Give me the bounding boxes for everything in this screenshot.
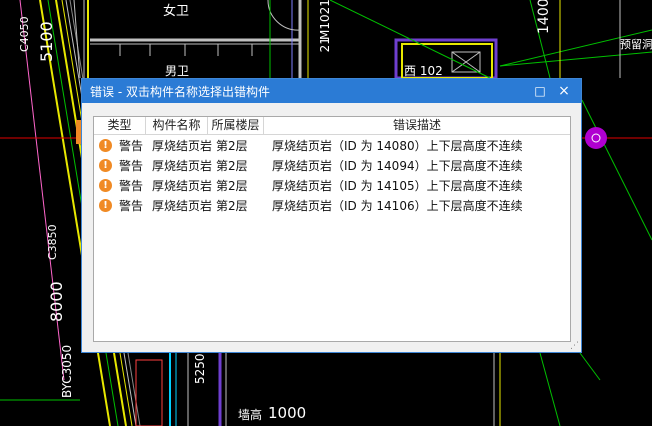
error-list-header: 类型 构件名称 所属楼层 错误描述 — [94, 117, 570, 135]
error-type: 警告 — [119, 138, 144, 153]
error-dialog: 错误 - 双击构件名称选择出错构件 □ × 类型 构件名称 所属楼层 错误描述 … — [81, 78, 582, 353]
cad-dim-5100: 5100 — [37, 21, 56, 62]
cad-wall-height-value: 1000 — [268, 404, 307, 422]
error-description: 厚烧结页岩（ID 为 14094）上下层高度不连续 — [272, 158, 523, 173]
error-floor: 第2层 — [216, 198, 248, 213]
error-floor: 第2层 — [216, 178, 248, 193]
error-floor: 第2层 — [216, 158, 248, 173]
error-type: 警告 — [119, 158, 144, 173]
error-description: 厚烧结页岩（ID 为 14080）上下层高度不连续 — [272, 138, 523, 153]
cad-dim-1400: 1400 — [536, 0, 552, 34]
error-row[interactable]: ! 警告 厚烧结页岩 第2层 厚烧结页岩（ID 为 14105）上下层高度不连续 — [94, 175, 570, 195]
cad-wall-height-label: 墙高 — [238, 408, 263, 422]
column-description[interactable]: 错误描述 — [264, 117, 570, 134]
cad-door-m1021-top: M1021 — [318, 0, 332, 40]
resize-grip-icon[interactable]: ⋰ — [570, 341, 579, 351]
error-component-name[interactable]: 厚烧结页岩 — [150, 177, 212, 194]
error-type: 警告 — [119, 178, 144, 193]
error-description: 厚烧结页岩（ID 为 14106）上下层高度不连续 — [272, 198, 523, 213]
error-type: 警告 — [119, 198, 144, 213]
cad-window-byc3050: BYC3050 — [60, 344, 74, 398]
error-list[interactable]: 类型 构件名称 所属楼层 错误描述 ! 警告 厚烧结页岩 第2层 厚烧结页岩（ID… — [93, 116, 571, 342]
cad-window-c3850: C3850 — [46, 224, 59, 260]
column-type[interactable]: 类型 — [94, 117, 146, 134]
warning-icon: ! — [99, 198, 112, 212]
warning-icon: ! — [99, 138, 112, 152]
maximize-button[interactable]: □ — [529, 79, 551, 103]
cad-room-male-wc: 男卫 — [165, 64, 190, 78]
error-row[interactable]: ! 警告 厚烧结页岩 第2层 厚烧结页岩（ID 为 14094）上下层高度不连续 — [94, 155, 570, 175]
error-row[interactable]: ! 警告 厚烧结页岩 第2层 厚烧结页岩（ID 为 14080）上下层高度不连续 — [94, 135, 570, 155]
close-button[interactable]: × — [553, 79, 575, 103]
cad-dim-8000: 8000 — [47, 281, 66, 322]
cad-window-c4050: C4050 — [18, 16, 31, 52]
error-component-name[interactable]: 厚烧结页岩 — [150, 157, 212, 174]
warning-icon: ! — [99, 178, 112, 192]
error-floor: 第2层 — [216, 138, 248, 153]
warning-icon: ! — [99, 158, 112, 172]
error-row[interactable]: ! 警告 厚烧结页岩 第2层 厚烧结页岩（ID 为 14106）上下层高度不连续 — [94, 195, 570, 215]
cad-reserved-hole: 预留洞 — [620, 38, 652, 51]
error-component-name[interactable]: 厚烧结页岩 — [150, 137, 212, 154]
cad-room-female-wc: 女卫 — [163, 4, 190, 19]
dialog-title: 错误 - 双击构件名称选择出错构件 — [90, 84, 270, 99]
error-component-name[interactable]: 厚烧结页岩 — [150, 197, 212, 214]
cad-room-west-102: 西 102 — [404, 64, 443, 78]
cad-dim-5250: 5250 — [193, 353, 207, 384]
column-floor[interactable]: 所属楼层 — [208, 117, 264, 134]
column-name[interactable]: 构件名称 — [146, 117, 208, 134]
dialog-titlebar[interactable]: 错误 - 双击构件名称选择出错构件 □ × — [82, 79, 581, 103]
error-description: 厚烧结页岩（ID 为 14105）上下层高度不连续 — [272, 178, 523, 193]
